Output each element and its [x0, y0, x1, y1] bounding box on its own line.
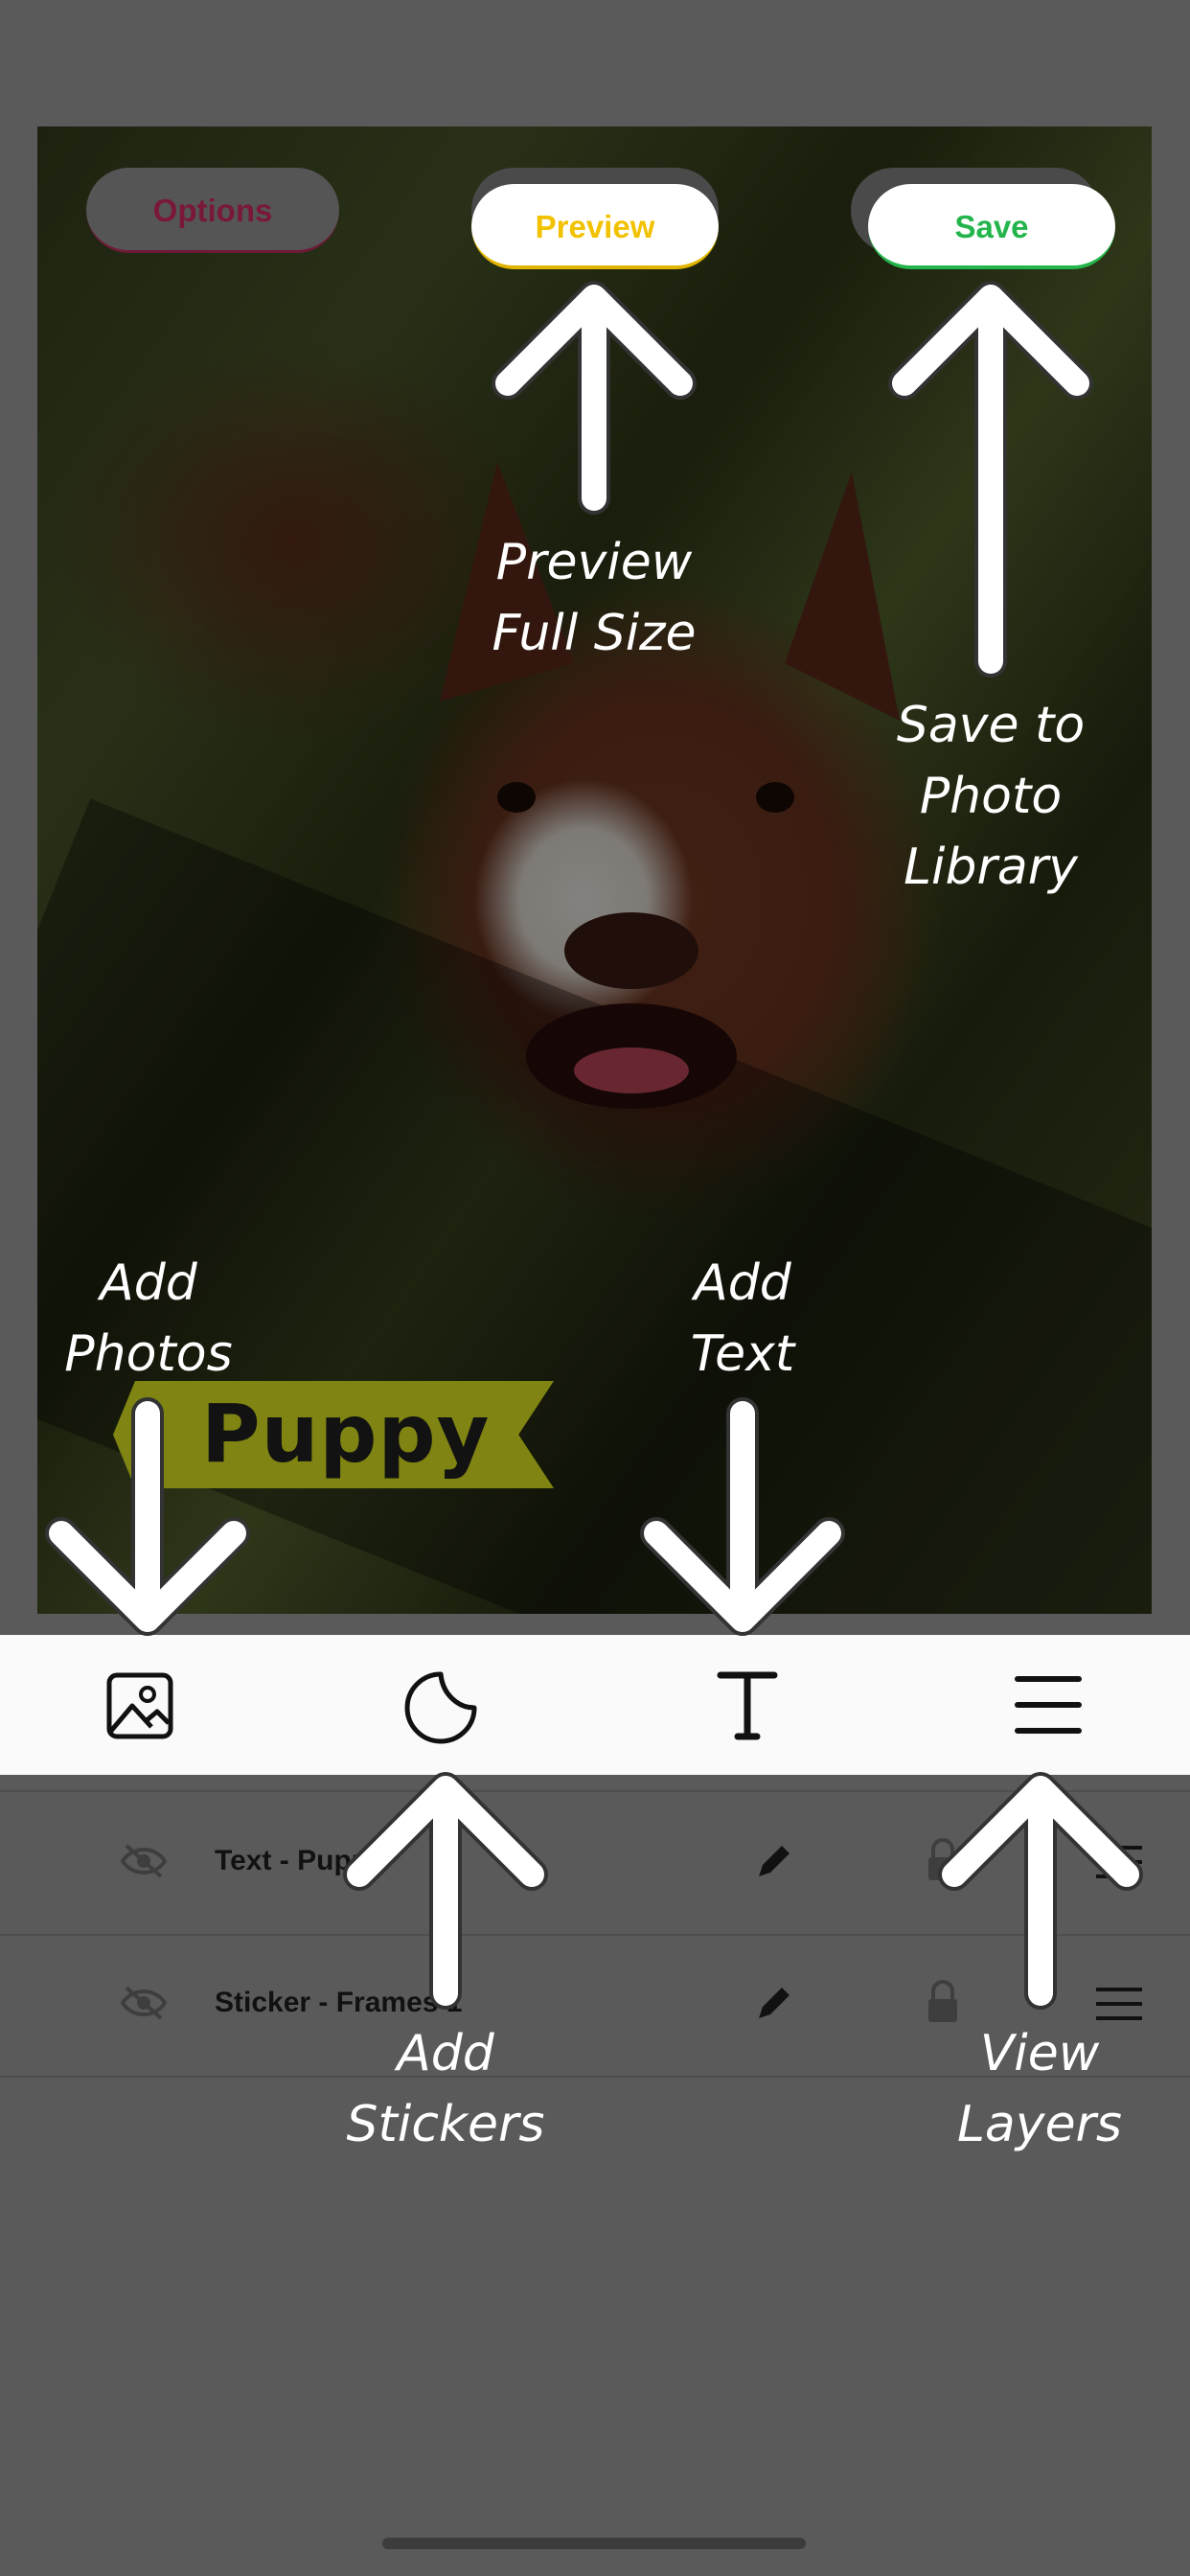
- coach-line: Add: [100, 1254, 197, 1312]
- arrow-up-icon: [938, 1772, 1143, 2010]
- arrow-down-icon: [45, 1397, 250, 1636]
- coach-line: View: [979, 2025, 1100, 2082]
- coach-line: Save to: [896, 697, 1086, 754]
- coach-line: Add: [397, 2025, 494, 2082]
- coach-line: Stickers: [346, 2096, 545, 2153]
- home-indicator: [382, 2538, 806, 2549]
- save-coach-label: Save to Photo Library: [847, 690, 1134, 903]
- coach-line: Text: [690, 1325, 795, 1383]
- coach-line: Library: [904, 839, 1078, 896]
- add-text-coach-label: Add Text: [613, 1248, 872, 1390]
- coach-line: Photo: [919, 768, 1063, 825]
- coach-line: Photos: [64, 1325, 233, 1383]
- coach-line: Full Size: [492, 605, 697, 662]
- arrow-up-icon: [343, 1772, 548, 2010]
- coach-line: Layers: [956, 2096, 1123, 2153]
- preview-coach-label: Preview Full Size: [441, 527, 747, 669]
- coach-line: Add: [694, 1254, 791, 1312]
- coach-line: Preview: [495, 534, 693, 591]
- arrow-down-icon: [640, 1397, 845, 1636]
- arrow-up-icon: [888, 281, 1093, 678]
- view-layers-coach-label: View Layers: [910, 2018, 1169, 2160]
- add-stickers-coach-label: Add Stickers: [307, 2018, 584, 2160]
- add-photos-coach-label: Add Photos: [19, 1248, 278, 1390]
- arrow-up-icon: [492, 281, 697, 515]
